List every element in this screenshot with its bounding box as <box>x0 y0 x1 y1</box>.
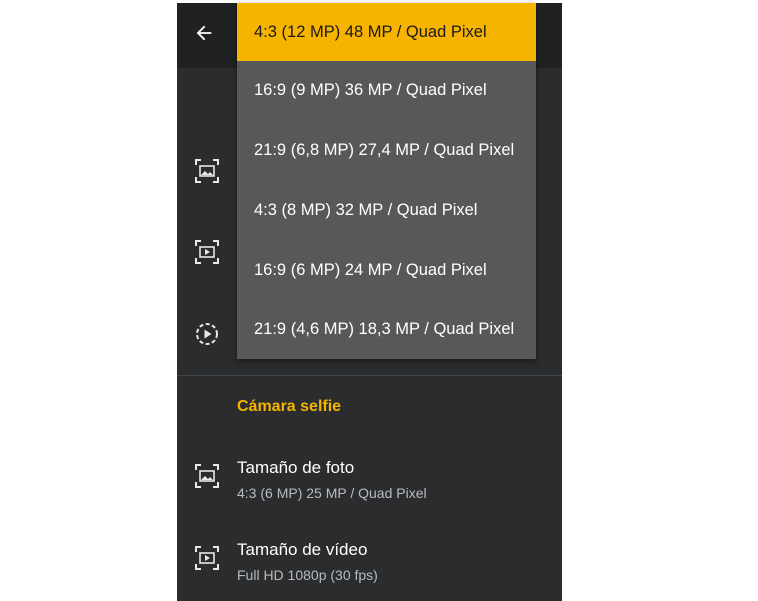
menu-item-resolution[interactable]: 16:9 (9 MP) 36 MP / Quad Pixel <box>237 61 536 119</box>
section-divider <box>177 375 562 376</box>
photo-size-icon <box>194 463 220 489</box>
setting-value: 4:3 (6 MP) 25 MP / Quad Pixel <box>237 485 427 501</box>
arrow-left-icon <box>196 25 212 41</box>
back-button[interactable] <box>191 20 217 46</box>
resolution-dropdown-menu: 4:3 (12 MP) 48 MP / Quad Pixel 16:9 (9 M… <box>237 3 536 359</box>
video-size-icon <box>194 545 220 571</box>
menu-item-resolution[interactable]: 21:9 (6,8 MP) 27,4 MP / Quad Pixel <box>237 121 536 179</box>
selfie-section-title: Cámara selfie <box>237 398 342 415</box>
video-playback-icon <box>194 321 220 347</box>
selfie-video-size-setting[interactable]: Tamaño de vídeo Full HD 1080p (30 fps) <box>177 540 562 600</box>
video-size-icon <box>194 239 220 265</box>
setting-title: Tamaño de vídeo <box>237 540 368 559</box>
setting-value: Full HD 1080p (30 fps) <box>237 567 378 583</box>
selfie-photo-size-setting[interactable]: Tamaño de foto 4:3 (6 MP) 25 MP / Quad P… <box>177 458 562 518</box>
photo-size-icon <box>194 158 220 184</box>
menu-item-resolution[interactable]: 16:9 (6 MP) 24 MP / Quad Pixel <box>237 241 536 299</box>
setting-title: Tamaño de foto <box>237 458 355 477</box>
menu-item-resolution[interactable]: 4:3 (8 MP) 32 MP / Quad Pixel <box>237 181 536 239</box>
menu-item-resolution[interactable]: 21:9 (4,6 MP) 18,3 MP / Quad Pixel <box>237 300 536 358</box>
menu-item-resolution[interactable]: 4:3 (12 MP) 48 MP / Quad Pixel <box>237 3 536 61</box>
